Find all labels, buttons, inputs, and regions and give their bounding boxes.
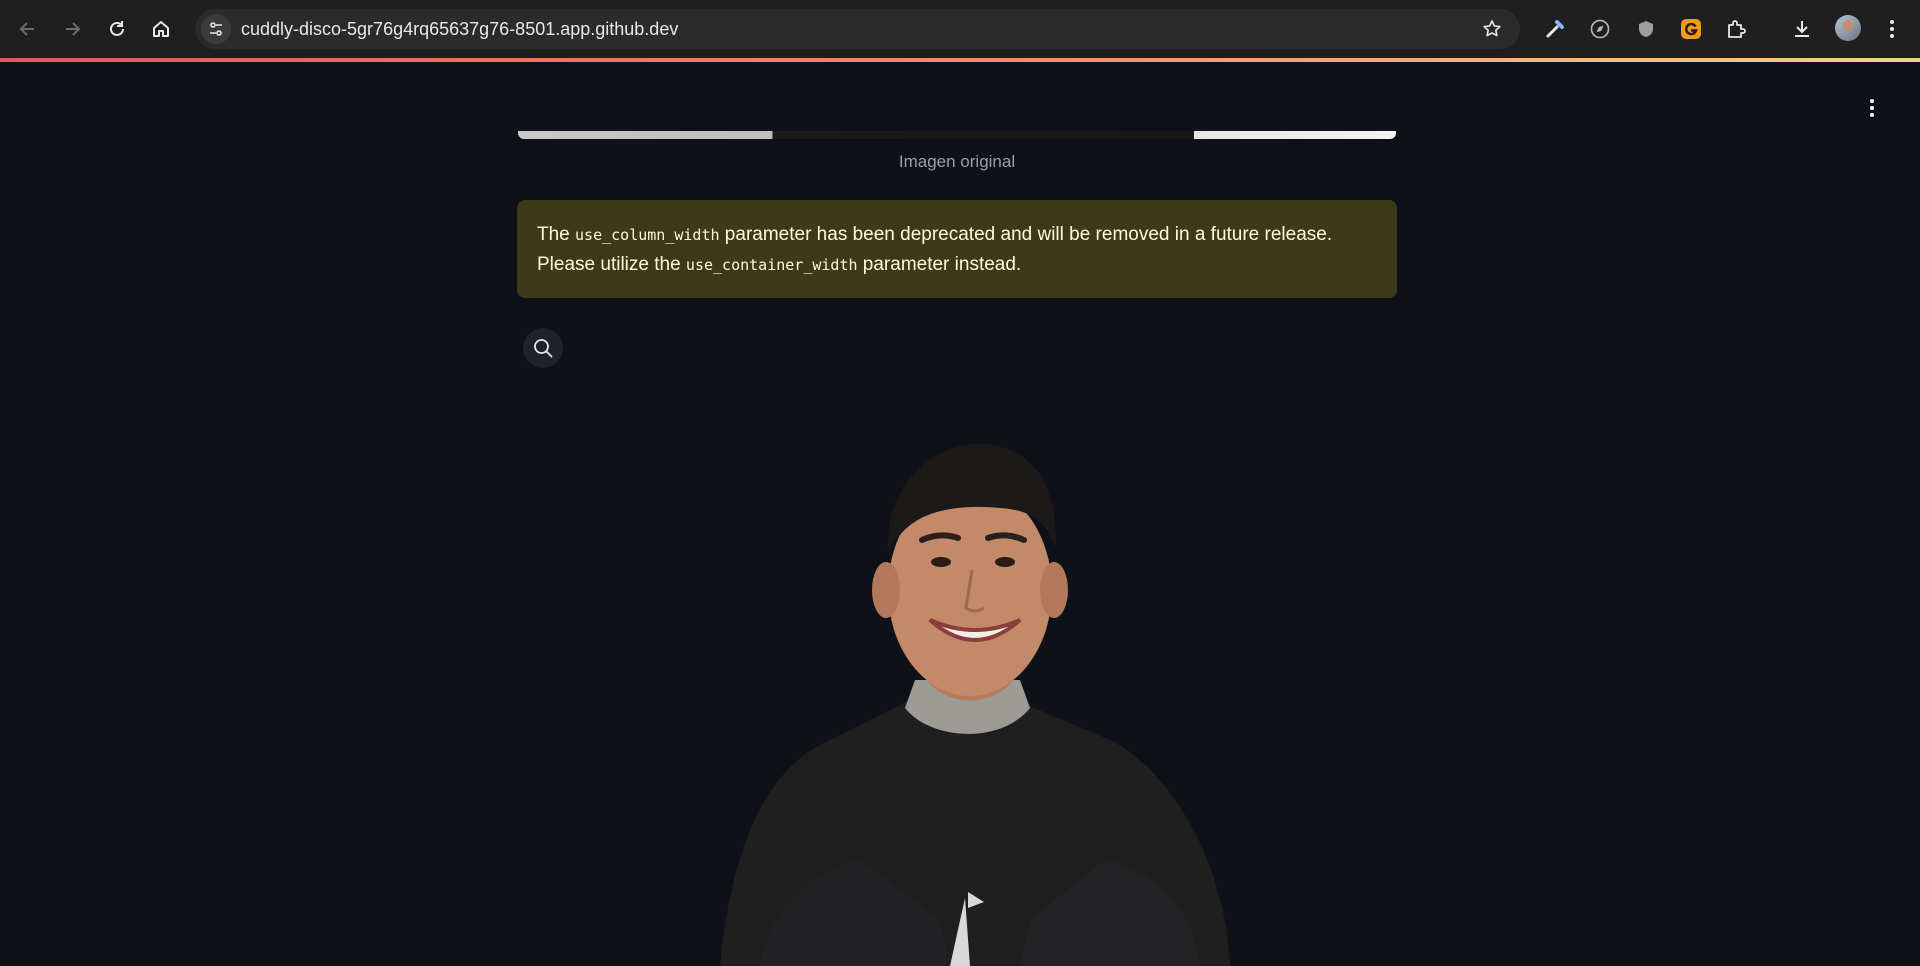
chrome-menu-icon: [1890, 20, 1894, 38]
warning-code-1: use_column_width: [575, 226, 720, 244]
arrow-left-icon: [19, 22, 34, 36]
forward-button[interactable]: [56, 13, 88, 45]
home-button[interactable]: [145, 13, 177, 45]
arrow-right-icon: [66, 22, 81, 36]
bookmark-star-button[interactable]: [1480, 17, 1504, 41]
back-button[interactable]: [12, 13, 44, 45]
star-icon: [1483, 20, 1501, 37]
tune-icon: [210, 22, 222, 36]
shield-icon: [1639, 21, 1653, 37]
grammarly-icon: [1681, 19, 1701, 39]
warning-code-2: use_container_width: [685, 256, 858, 274]
grammarly-extension[interactable]: [1677, 15, 1705, 43]
kebab-menu-icon: [1870, 99, 1874, 103]
chrome-menu-button[interactable]: [1878, 15, 1906, 43]
zoom-image-button[interactable]: [523, 328, 563, 368]
extensions-button[interactable]: [1722, 15, 1750, 43]
extensions-icon: [1728, 20, 1746, 38]
downloads-button[interactable]: [1788, 15, 1816, 43]
warning-text-3: parameter instead.: [857, 254, 1022, 275]
home-icon: [153, 21, 169, 37]
profile-avatar[interactable]: [1835, 15, 1861, 41]
address-bar[interactable]: cuddly-disco-5gr76g4rq65637g76-8501.app.…: [195, 9, 1520, 49]
processed-portrait-image: [720, 443, 1230, 966]
app-main-menu-button[interactable]: [1858, 94, 1886, 122]
original-image-bottom-edge: [518, 131, 1396, 139]
loading-accent-bar: [0, 58, 1920, 62]
deprecation-warning: The use_column_width parameter has been …: [517, 200, 1397, 298]
search-icon: [534, 339, 553, 358]
site-info-button[interactable]: [201, 14, 231, 44]
browser-toolbar: cuddly-disco-5gr76g4rq65637g76-8501.app.…: [0, 0, 1920, 59]
reload-icon: [110, 21, 124, 36]
eyedropper-extension[interactable]: [1541, 15, 1569, 43]
eyedropper-icon: [1546, 20, 1564, 38]
image-caption: Imagen original: [898, 152, 1016, 171]
compass-icon: [1590, 19, 1610, 39]
warning-text-1: The: [537, 224, 576, 245]
reload-button[interactable]: [101, 13, 133, 45]
compass-extension[interactable]: [1586, 15, 1614, 43]
download-icon: [1795, 21, 1809, 37]
url-text[interactable]: cuddly-disco-5gr76g4rq65637g76-8501.app.…: [241, 19, 678, 40]
shield-extension[interactable]: [1632, 15, 1660, 43]
